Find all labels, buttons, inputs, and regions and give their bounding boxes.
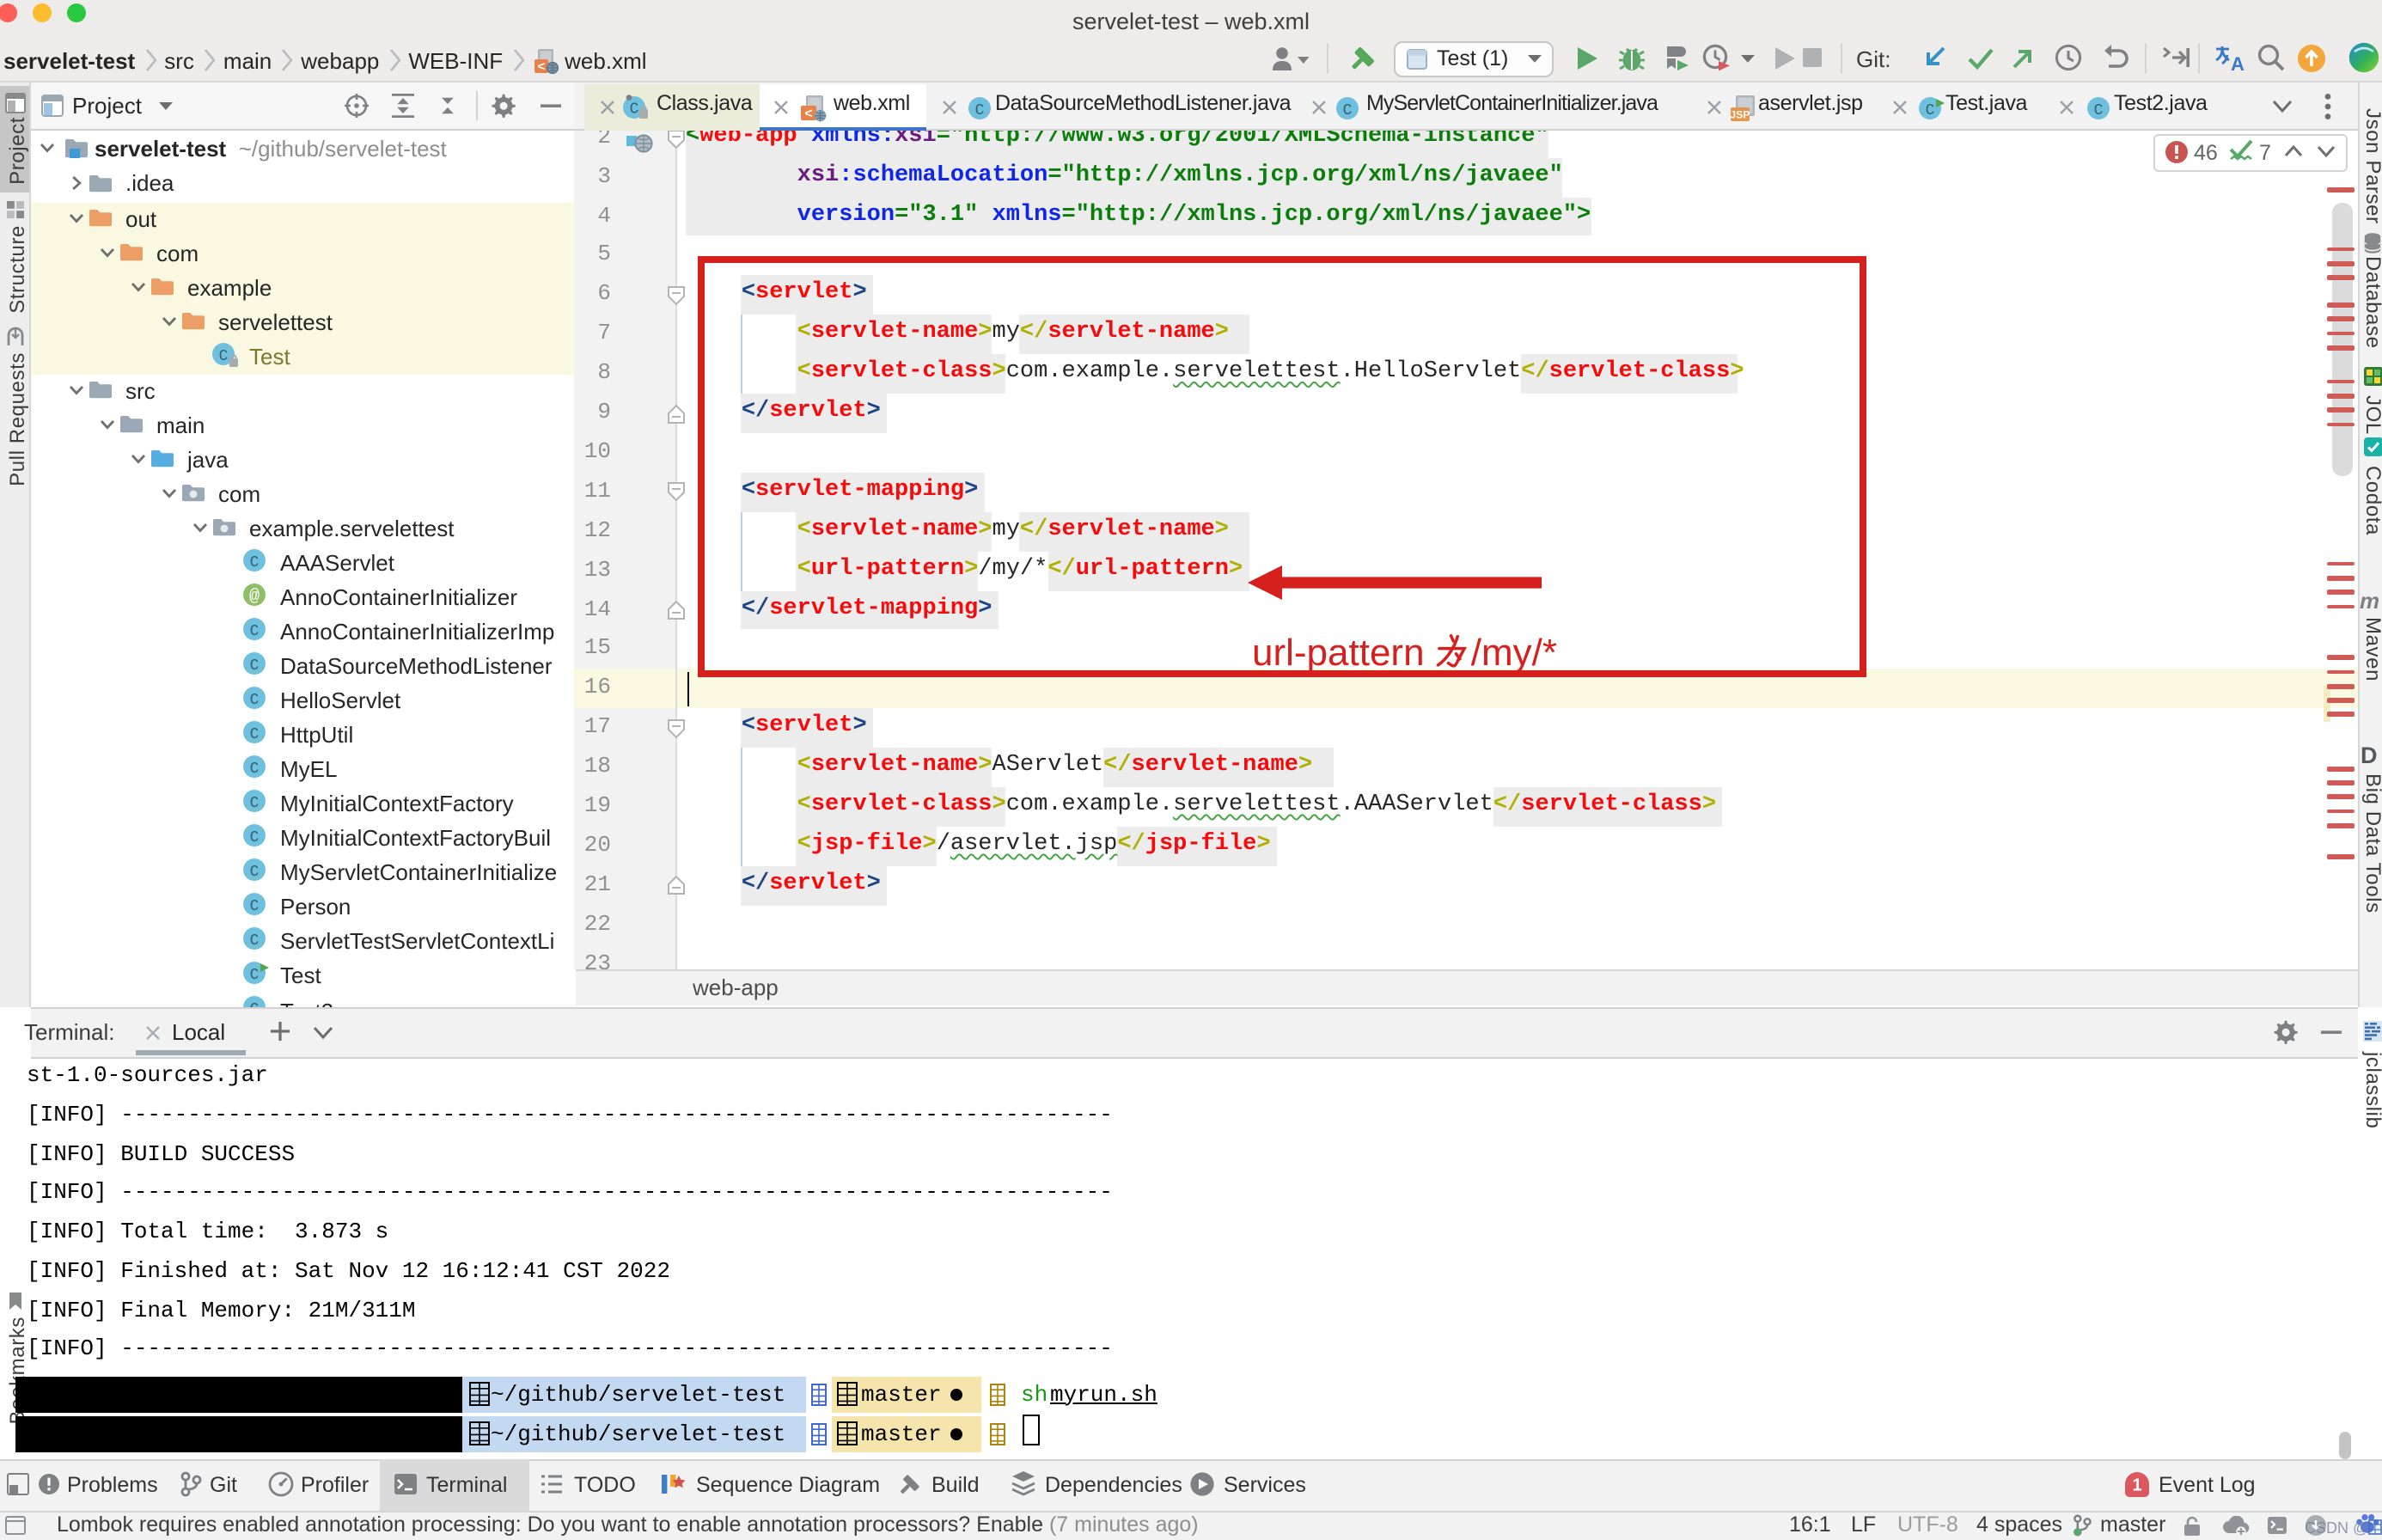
svg-text:C: C [250, 692, 260, 709]
svg-text:JSP: JSP [1730, 108, 1750, 120]
svg-text:C: C [250, 761, 260, 778]
svg-text:C: C [219, 348, 229, 365]
svg-text:1: 1 [2132, 1476, 2141, 1494]
svg-text:C: C [250, 554, 260, 571]
svg-text:C: C [630, 101, 639, 119]
svg-text:C: C [250, 829, 260, 846]
svg-text:<: < [804, 107, 812, 121]
svg-text:A: A [2231, 53, 2245, 74]
svg-text:C: C [250, 726, 260, 743]
svg-text:C: C [1343, 102, 1353, 119]
svg-text:C: C [250, 967, 260, 984]
svg-text:C: C [250, 623, 260, 640]
svg-text:C: C [1926, 102, 1935, 119]
svg-text:C: C [250, 657, 260, 675]
svg-text:C: C [250, 932, 260, 950]
svg-text:<: < [537, 58, 545, 73]
svg-text:C: C [975, 102, 985, 119]
svg-text:C: C [250, 898, 260, 915]
svg-text:C: C [250, 795, 260, 812]
svg-text:@: @ [249, 587, 260, 607]
svg-text:C: C [2094, 102, 2104, 119]
svg-text:C: C [250, 864, 260, 881]
